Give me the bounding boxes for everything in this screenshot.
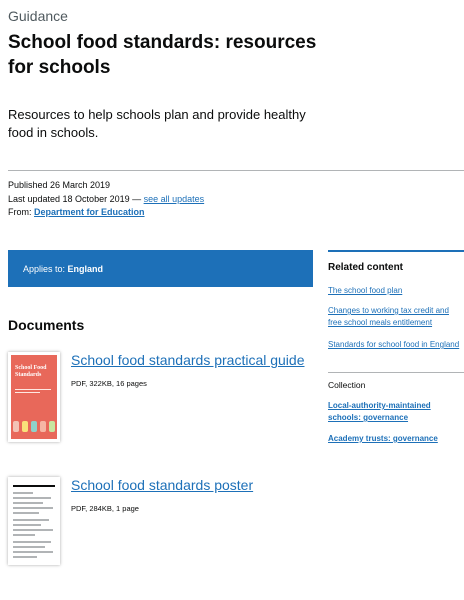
related-link[interactable]: Standards for school food in England	[328, 339, 462, 351]
published-date: Published 26 March 2019	[8, 180, 111, 190]
applies-to-label: Applies to:	[23, 264, 66, 274]
page-lead: Resources to help schools plan and provi…	[8, 107, 306, 140]
collection-rule	[328, 372, 464, 373]
document-attachment: School food standards poster PDF, 284KB,…	[8, 477, 313, 572]
last-updated-row: Last updated 18 October 2019 — see all u…	[8, 193, 204, 207]
organisation-link[interactable]: Department for Education	[34, 207, 145, 217]
applies-to-banner: Applies to: England	[8, 250, 313, 287]
related-content-sidebar: Related content The school food plan Cha…	[328, 250, 464, 460]
document-thumbnail[interactable]	[8, 477, 60, 565]
guide-cover-subtitle	[15, 389, 51, 395]
document-title-link[interactable]: School food standards practical guide	[71, 352, 304, 368]
related-link[interactable]: Changes to working tax credit and free s…	[328, 305, 462, 329]
document-file-info: PDF, 322KB, 16 pages	[71, 379, 147, 388]
related-content-heading: Related content	[328, 262, 404, 273]
collection-link[interactable]: Academy trusts: governance	[328, 433, 462, 445]
applies-to-value: England	[67, 264, 104, 274]
see-all-updates-link[interactable]: see all updates	[144, 194, 205, 204]
collection-heading: Collection	[328, 380, 366, 390]
document-attachment: School Food Standards School food standa…	[8, 352, 313, 447]
from-label: From:	[8, 207, 32, 217]
publication-metadata: Published 26 March 2019 Last updated 18 …	[8, 179, 204, 220]
from-row: From: Department for Education	[8, 206, 204, 220]
page-title: School food standards: resources for sch…	[8, 32, 317, 78]
poster-heading	[13, 485, 55, 487]
guide-cover-title: School Food Standards	[15, 365, 47, 378]
related-link[interactable]: The school food plan	[328, 285, 462, 297]
header-divider	[8, 170, 464, 171]
last-updated-date: Last updated 18 October 2019 —	[8, 193, 142, 204]
collection-link[interactable]: Local-authority-maintained schools: gove…	[328, 400, 462, 424]
document-file-info: PDF, 284KB, 1 page	[71, 504, 139, 513]
guide-cover-icons	[13, 421, 55, 432]
guide-cover: School Food Standards	[11, 355, 57, 439]
page-caption: Guidance	[8, 8, 68, 24]
document-thumbnail[interactable]: School Food Standards	[8, 352, 60, 442]
documents-heading: Documents	[8, 317, 85, 333]
document-title-link[interactable]: School food standards poster	[71, 477, 253, 493]
related-content-rule	[328, 250, 464, 252]
